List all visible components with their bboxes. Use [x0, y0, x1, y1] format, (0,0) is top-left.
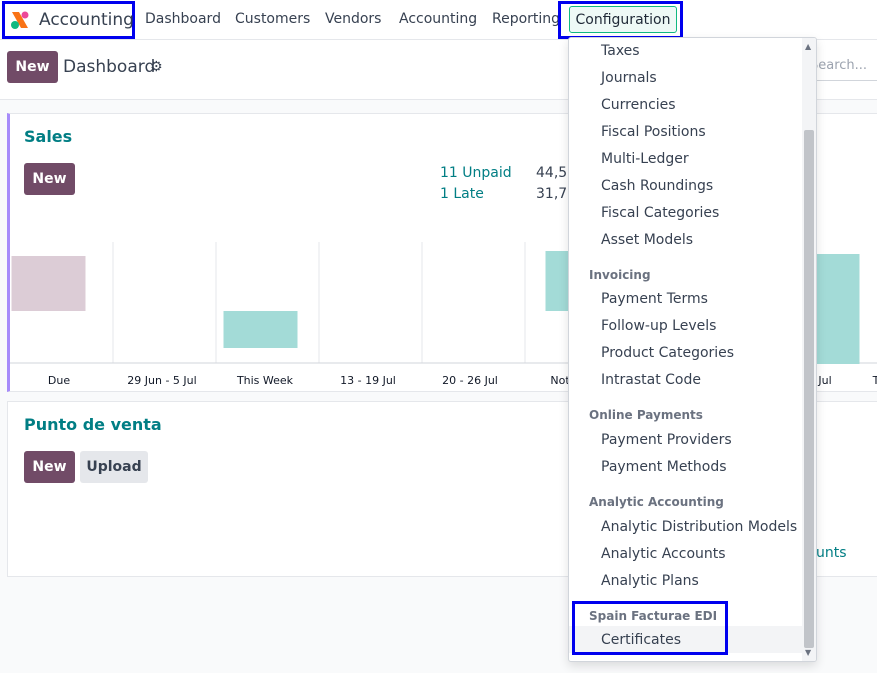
- menu-item-currencies[interactable]: Currencies: [601, 97, 676, 113]
- menu-item-fiscal-positions[interactable]: Fiscal Positions: [601, 124, 706, 140]
- pos-new-button[interactable]: New: [24, 451, 75, 483]
- menu-item-multi-ledger[interactable]: Multi-Ledger: [601, 151, 689, 167]
- scrollbar-thumb[interactable]: [804, 130, 814, 648]
- menu-header-online-payments: Online Payments: [589, 408, 703, 422]
- stat-unpaid-link[interactable]: 11 Unpaid: [440, 165, 512, 181]
- pos-accounts-link[interactable]: unts: [816, 545, 847, 561]
- stat-late-link[interactable]: 1 Late: [440, 186, 484, 202]
- chart-tick-label: Not: [550, 374, 570, 387]
- menu-item-asset-models[interactable]: Asset Models: [601, 232, 693, 248]
- menu-header-invoicing: Invoicing: [589, 268, 651, 282]
- menu-item-payment-methods[interactable]: Payment Methods: [601, 459, 727, 475]
- search-input[interactable]: Search...: [810, 53, 877, 81]
- scroll-down-arrow-icon[interactable]: ▼: [805, 648, 811, 657]
- menu-item-product-categories[interactable]: Product Categories: [601, 345, 734, 361]
- card-title-pos[interactable]: Punto de venta: [24, 415, 162, 434]
- app-name: Accounting: [39, 10, 134, 30]
- scroll-up-arrow-icon[interactable]: ▲: [805, 42, 811, 51]
- menu-item-analytic-plans[interactable]: Analytic Plans: [601, 573, 699, 589]
- chart-tick-label: T: [872, 374, 877, 387]
- app-brand[interactable]: Accounting: [2, 1, 135, 39]
- menu-item-analytic-accounts[interactable]: Analytic Accounts: [601, 546, 726, 562]
- gear-icon[interactable]: ⚙: [150, 59, 163, 75]
- menu-item-payment-providers[interactable]: Payment Providers: [601, 432, 732, 448]
- menu-item-fiscal-categories[interactable]: Fiscal Categories: [601, 205, 719, 221]
- menu-item-analytic-distribution-models[interactable]: Analytic Distribution Models: [601, 519, 797, 535]
- configuration-dropdown: Taxes Journals Currencies Fiscal Positio…: [568, 37, 817, 662]
- chart-tick-label: Jul: [818, 374, 832, 387]
- accounting-app-icon: [9, 9, 31, 31]
- nav-accounting[interactable]: Accounting: [399, 11, 477, 27]
- pos-upload-button[interactable]: Upload: [80, 451, 148, 483]
- chart-tick-label: 13 - 19 Jul: [340, 374, 396, 387]
- new-button[interactable]: New: [7, 51, 58, 83]
- chart-tick-label: Due: [47, 374, 71, 387]
- chart-bar-0[interactable]: [11, 256, 86, 311]
- nav-reporting[interactable]: Reporting: [492, 11, 560, 27]
- nav-configuration[interactable]: Configuration: [569, 6, 677, 33]
- menu-item-payment-terms[interactable]: Payment Terms: [601, 291, 708, 307]
- chart-tick-label: This Week: [236, 374, 294, 387]
- chart-tick-label: 20 - 26 Jul: [442, 374, 498, 387]
- menu-header-analytic-accounting: Analytic Accounting: [589, 495, 724, 509]
- chart-bar-2[interactable]: [223, 311, 298, 348]
- menu-item-intrastat-code[interactable]: Intrastat Code: [601, 372, 701, 388]
- menu-item-follow-up-levels[interactable]: Follow-up Levels: [601, 318, 716, 334]
- nav-vendors[interactable]: Vendors: [325, 11, 381, 27]
- card-title-sales[interactable]: Sales: [24, 127, 72, 146]
- chart-tick-label: 29 Jun - 5 Jul: [127, 374, 197, 387]
- sales-new-button[interactable]: New: [24, 163, 75, 195]
- menu-item-journals[interactable]: Journals: [601, 70, 657, 86]
- certificates-highlight-box: [572, 601, 728, 655]
- top-navbar: Accounting Dashboard Customers Vendors A…: [0, 0, 877, 40]
- nav-dashboard[interactable]: Dashboard: [145, 11, 221, 27]
- nav-customers[interactable]: Customers: [235, 11, 310, 27]
- breadcrumb: Dashboard: [63, 57, 156, 77]
- menu-item-cash-roundings[interactable]: Cash Roundings: [601, 178, 713, 194]
- menu-item-taxes[interactable]: Taxes: [601, 43, 640, 59]
